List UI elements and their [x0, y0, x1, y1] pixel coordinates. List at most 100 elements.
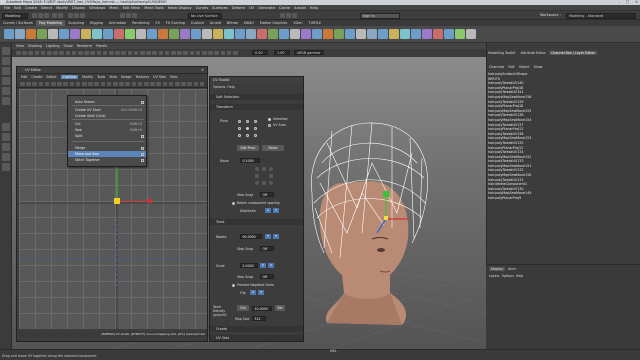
viewport-tool-icon[interactable]: [214, 50, 219, 55]
option-box-icon[interactable]: [141, 100, 144, 104]
uv-tool-icon[interactable]: [156, 81, 161, 86]
tab-attribute-editor[interactable]: Attribute Editor: [519, 51, 548, 55]
viewport-tool-icon[interactable]: [121, 50, 126, 55]
menu-create[interactable]: Create: [25, 6, 37, 10]
pivot-uvarea-radio[interactable]: [268, 124, 271, 127]
cb-menu-channels[interactable]: Channels: [489, 65, 504, 69]
uv-menu-textures[interactable]: Textures: [135, 75, 149, 79]
viewport-tool-icon[interactable]: [16, 50, 21, 55]
soft-selection-header[interactable]: Soft Selection: [210, 94, 303, 100]
shelf-tool-icon[interactable]: [433, 29, 443, 39]
open-scene-icon[interactable]: [38, 13, 43, 18]
shelf-tool-icon[interactable]: [422, 29, 432, 39]
menu-modify[interactable]: Modify: [56, 6, 68, 10]
uv-tool-icon[interactable]: [44, 81, 50, 86]
viewport-tool-icon[interactable]: [140, 50, 145, 55]
shelf-tool-icon[interactable]: [26, 29, 36, 39]
menu-file[interactable]: File: [4, 6, 10, 10]
pivot-point-radio[interactable]: [246, 127, 249, 130]
viewport-tool-icon[interactable]: [164, 50, 170, 55]
uv-editor-close-icon[interactable]: ✕: [201, 67, 204, 74]
uv-tool-icon[interactable]: [38, 81, 44, 86]
viewport-tool-icon[interactable]: [53, 50, 58, 55]
render-settings-icon[interactable]: [292, 13, 297, 18]
pivot-point-radio[interactable]: [246, 120, 249, 123]
viewport-tool-icon[interactable]: [28, 50, 33, 55]
paint-select-icon[interactable]: [2, 67, 10, 75]
shelf-tool-icon[interactable]: [301, 29, 311, 39]
select-component-icon[interactable]: [80, 13, 85, 18]
viewport-tool-icon[interactable]: [195, 50, 201, 55]
viewport-tool-icon[interactable]: [34, 50, 40, 55]
uv-menu-view[interactable]: View: [109, 75, 117, 79]
texel-get-button[interactable]: Get: [237, 305, 249, 311]
uv-tool-icon[interactable]: [82, 81, 87, 86]
move-up-right-icon[interactable]: [269, 167, 273, 171]
prevent-negative-checkbox[interactable]: [232, 284, 235, 287]
viewport-tool-icon[interactable]: [171, 50, 176, 55]
pivot-selection-radio[interactable]: [268, 118, 271, 121]
viewport-tool-icon[interactable]: [158, 50, 164, 55]
shelf-tool-icon[interactable]: [169, 29, 179, 39]
shelf-tool-icon[interactable]: [136, 29, 146, 39]
pivot-point-radio[interactable]: [238, 134, 241, 137]
viewport-tool-icon[interactable]: [183, 50, 188, 55]
uv-menu-create[interactable]: Create: [31, 75, 42, 79]
shelf-tool-icon[interactable]: [202, 29, 212, 39]
uv-tool-icon[interactable]: [75, 81, 81, 86]
colorspace-field[interactable]: sRGB gamma: [294, 50, 324, 55]
viewport-tool-icon[interactable]: [78, 50, 83, 55]
live-surface-field[interactable]: No Live Surface: [188, 12, 222, 19]
scale-amount-field[interactable]: 2.0000: [240, 263, 258, 268]
le-menu-options[interactable]: Options: [502, 274, 514, 278]
menu-select[interactable]: Select: [41, 6, 52, 10]
rotate-amount-field[interactable]: 90.0000: [240, 234, 262, 239]
tab-modelling-toolkit[interactable]: Modelling Toolkit: [486, 51, 517, 55]
exposure-field[interactable]: 0.00: [252, 50, 268, 55]
shelf-tool-icon[interactable]: [246, 29, 256, 39]
shelf-tool-icon[interactable]: [147, 29, 157, 39]
viewport-tool-icon[interactable]: [47, 50, 52, 55]
viewport-tool-icon[interactable]: [189, 50, 195, 55]
shelf-tool-icon[interactable]: [15, 29, 25, 39]
ipr-render-icon[interactable]: [286, 13, 291, 18]
scale-step-snap-field[interactable]: Off: [260, 274, 274, 279]
uv-menu-image[interactable]: Image: [121, 75, 131, 79]
distribute-u-button[interactable]: U: [265, 208, 271, 213]
shelf-tool-icon[interactable]: [466, 29, 476, 39]
viewport-menu-view[interactable]: View: [16, 44, 24, 48]
shelf-tool-icon[interactable]: [279, 29, 289, 39]
viewport-tool-icon[interactable]: [84, 50, 89, 55]
viewport-tool-icon[interactable]: [40, 50, 46, 55]
shelf-tool-icon[interactable]: [114, 29, 124, 39]
viewport-tool-icon[interactable]: [65, 50, 71, 55]
uv-menu-cut-sew[interactable]: Cut/Sew: [60, 75, 79, 79]
viewport-tool-icon[interactable]: [146, 50, 151, 55]
menu-edit[interactable]: Edit: [14, 6, 21, 10]
tk-menu-help[interactable]: Help: [227, 85, 234, 89]
workspace-selector[interactable]: Modeling - Standard: [566, 12, 636, 19]
menu-windows[interactable]: Windows: [89, 6, 105, 10]
scale-u-button[interactable]: U: [260, 263, 266, 268]
sign-in-button[interactable]: Sign In: [360, 12, 400, 19]
snap-curve-icon[interactable]: [126, 13, 131, 18]
shelf-tool-icon[interactable]: [323, 29, 333, 39]
menu-cache[interactable]: Cache: [279, 6, 290, 10]
rotate-tool-icon[interactable]: [2, 87, 10, 95]
select-hierarchy-icon[interactable]: [68, 13, 73, 18]
menu-mesh-tools[interactable]: Mesh Tools: [144, 6, 163, 10]
menu-deform[interactable]: Deform: [232, 6, 245, 10]
shelf-tool-icon[interactable]: [81, 29, 91, 39]
viewport-tool-icon[interactable]: [202, 50, 207, 55]
shelf-tool-icon[interactable]: [378, 29, 388, 39]
shelf-tool-icon[interactable]: [158, 29, 168, 39]
shelf-tool-icon[interactable]: [345, 29, 355, 39]
shelf-tool-icon[interactable]: [48, 29, 58, 39]
shelf-tool-icon[interactable]: [334, 29, 344, 39]
menu-surfaces[interactable]: Surfaces: [212, 6, 228, 10]
render-icon[interactable]: [280, 13, 285, 18]
menu-display[interactable]: Display: [72, 6, 85, 10]
uv-tool-icon[interactable]: [131, 81, 137, 86]
persp-graph-icon[interactable]: [2, 153, 10, 161]
tools-header[interactable]: Tools: [210, 219, 303, 225]
